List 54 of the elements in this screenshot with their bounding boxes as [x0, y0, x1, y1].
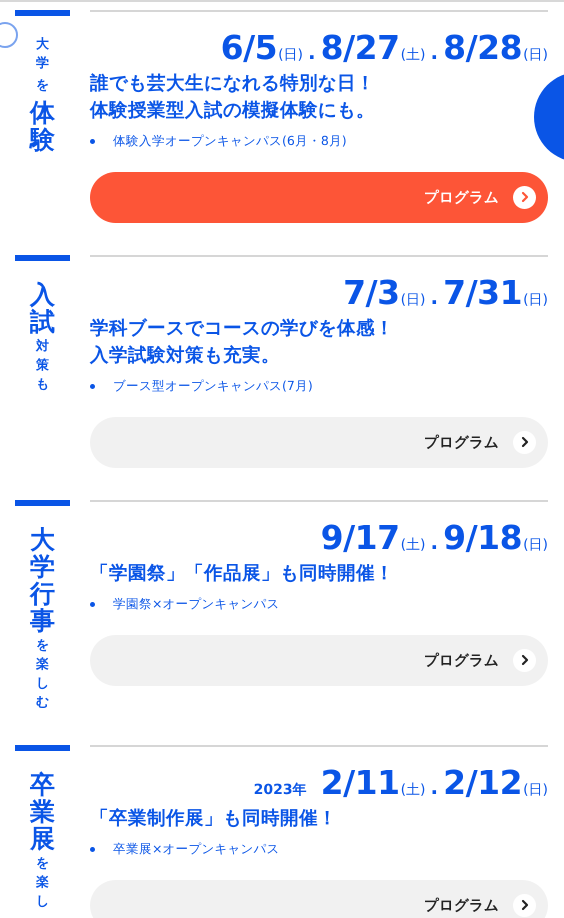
- bullet-icon: [90, 138, 95, 144]
- weekday: (日): [400, 291, 426, 309]
- chevron-icon: [513, 186, 536, 209]
- weekday: (日): [523, 291, 548, 309]
- program-button[interactable]: プログラム: [90, 416, 548, 468]
- section-label: を: [36, 76, 49, 95]
- chevron-icon: [513, 894, 536, 917]
- weekday: (日): [278, 46, 304, 64]
- event-name: 学園祭×オープンキャンパス: [113, 596, 280, 613]
- section-label: 大学行事: [30, 526, 55, 634]
- program-button[interactable]: プログラム: [90, 634, 548, 686]
- bullet-icon: [90, 846, 95, 852]
- section-label: 大学: [36, 36, 49, 73]
- event-name: ブース型オープンキャンパス(7月): [113, 378, 313, 395]
- headline: 誰でも芸大生になれる特別な日！: [90, 72, 376, 96]
- headline: 体験授業型入試の模擬体験にも。: [90, 98, 376, 123]
- bullet-icon: [90, 384, 95, 389]
- event-date: 6/5: [220, 28, 278, 67]
- weekday: (土): [400, 781, 426, 799]
- weekday: (日): [523, 781, 548, 799]
- section-label: を楽し: [36, 855, 49, 911]
- event-date: 9/18: [443, 518, 522, 557]
- date-separator: .: [430, 530, 438, 554]
- event-date: 9/17: [320, 518, 400, 557]
- event-date: 8/27: [320, 28, 400, 67]
- weekday: (土): [400, 46, 426, 64]
- headline: 入学試験対策も充実。: [90, 344, 281, 368]
- program-button[interactable]: プログラム: [90, 880, 548, 918]
- headline: 「卒業制作展」も同時開催！: [90, 807, 338, 831]
- event-date: 8/28: [443, 28, 522, 67]
- event-name: 卒業展×オープンキャンパス: [113, 840, 280, 858]
- date-separator: .: [308, 40, 316, 64]
- date-separator: .: [430, 775, 438, 799]
- event-date: 7/3: [343, 273, 400, 312]
- chevron-icon: [513, 648, 536, 672]
- section-label: 体験: [30, 98, 55, 153]
- chevron-icon: [513, 430, 536, 454]
- event-name: 体験入学オープンキャンパス(6月・8月): [113, 132, 347, 150]
- section-label: 卒業展: [30, 771, 55, 852]
- date-separator: .: [430, 285, 438, 309]
- section-label: 入試: [30, 281, 55, 335]
- event-date: 7/31: [443, 273, 522, 312]
- weekday: (土): [400, 536, 426, 554]
- date-separator: .: [430, 40, 438, 64]
- event-year: 2023年: [254, 781, 307, 799]
- section-label: を楽しむ: [36, 637, 49, 712]
- event-date: 2/12: [443, 763, 522, 802]
- weekday: (日): [523, 536, 548, 554]
- headline: 学科ブースでコースの学びを体感！: [90, 317, 395, 341]
- bullet-icon: [90, 602, 95, 607]
- weekday: (日): [523, 46, 548, 64]
- headline: 「学園祭」「作品展」も同時開催！: [90, 562, 395, 586]
- section-label: 対策も: [36, 338, 49, 394]
- event-date: 2/11: [320, 763, 400, 802]
